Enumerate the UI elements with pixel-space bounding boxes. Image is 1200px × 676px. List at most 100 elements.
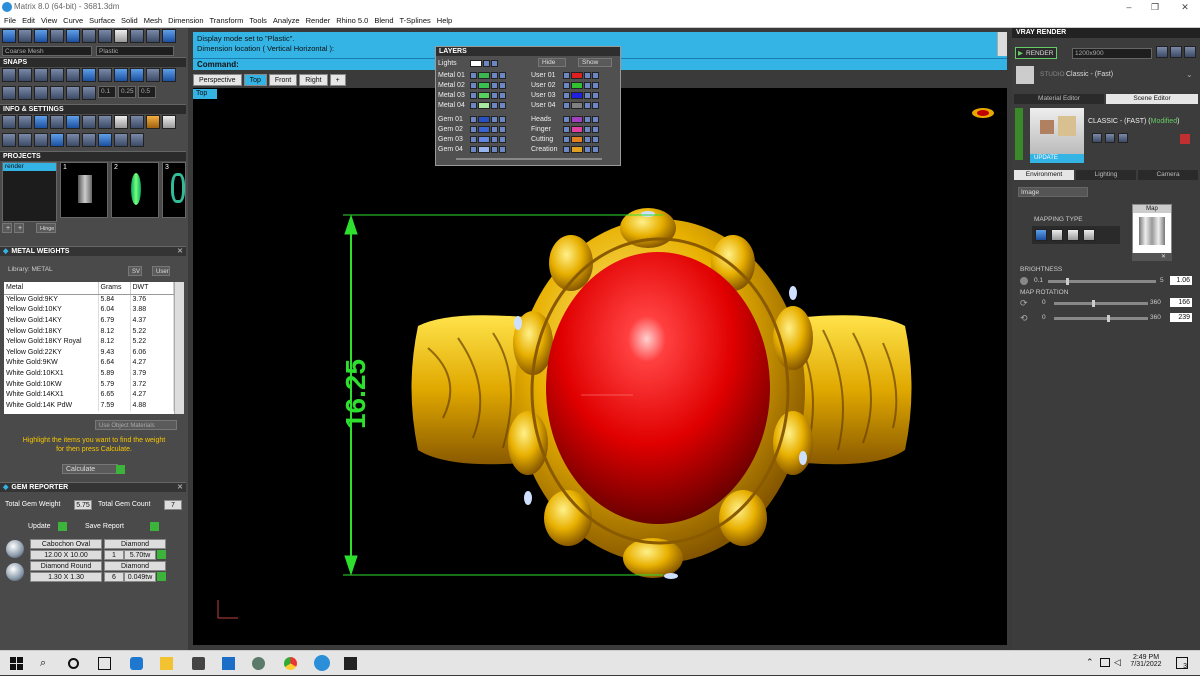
export-button[interactable] bbox=[66, 115, 80, 129]
brightness-value[interactable]: 1.06 bbox=[1170, 276, 1192, 285]
properties-button[interactable] bbox=[2, 115, 16, 129]
tab-camera[interactable]: Camera bbox=[1138, 170, 1198, 180]
layer-lock-icon[interactable] bbox=[584, 82, 591, 89]
layer-row[interactable]: User 02 bbox=[531, 81, 600, 90]
mapping-sphere-button[interactable] bbox=[1067, 229, 1079, 241]
layer-current-icon[interactable] bbox=[470, 126, 477, 133]
settings-button[interactable] bbox=[114, 133, 128, 147]
layer-color-swatch[interactable] bbox=[478, 126, 490, 133]
menu-view[interactable]: View bbox=[41, 16, 57, 25]
layer-current-icon[interactable] bbox=[470, 72, 477, 79]
layer-current-icon[interactable] bbox=[563, 116, 570, 123]
layer-color-swatch[interactable] bbox=[571, 126, 583, 133]
rotation2-slider[interactable] bbox=[1054, 317, 1148, 320]
scene-save-button[interactable] bbox=[1092, 133, 1102, 143]
layer-row[interactable]: Creation bbox=[531, 145, 600, 154]
layer-current-icon[interactable] bbox=[470, 102, 477, 109]
save-report-arrow-icon[interactable] bbox=[150, 522, 159, 531]
hide-button[interactable]: Hide bbox=[538, 58, 566, 67]
store-icon[interactable] bbox=[192, 657, 205, 670]
layer-visibility-icon[interactable] bbox=[499, 82, 506, 89]
tab-front[interactable]: Front bbox=[268, 74, 298, 86]
scene-copy-button[interactable] bbox=[1118, 133, 1128, 143]
table-row[interactable]: Yellow Gold:22KY 9.43 6.06 bbox=[4, 346, 174, 358]
vray-icon[interactable] bbox=[344, 657, 357, 670]
volume-icon[interactable]: ◁ bbox=[1114, 657, 1121, 668]
calculate-button[interactable]: Calculate bbox=[62, 464, 118, 474]
menu-edit[interactable]: Edit bbox=[22, 16, 35, 25]
grid-tool-button[interactable] bbox=[82, 29, 96, 43]
layer-lock-icon[interactable] bbox=[584, 92, 591, 99]
layer-current-icon[interactable] bbox=[470, 116, 477, 123]
use-object-materials-checkbox[interactable]: Use Object Materials bbox=[95, 420, 177, 430]
menu-curve[interactable]: Curve bbox=[63, 16, 83, 25]
layer-color-swatch[interactable] bbox=[478, 136, 490, 143]
layer-current-icon[interactable] bbox=[563, 102, 570, 109]
layer-color-swatch[interactable] bbox=[478, 146, 490, 153]
snap-value-2[interactable]: 0.25 bbox=[118, 86, 136, 98]
project-thumb-3[interactable]: 3 bbox=[162, 162, 186, 218]
close-icon[interactable]: ✕ bbox=[177, 483, 183, 493]
menu-blend[interactable]: Blend bbox=[374, 16, 393, 25]
layer-lock-icon[interactable] bbox=[491, 126, 498, 133]
snap-value-1[interactable]: 0.1 bbox=[98, 86, 116, 98]
viewport-label[interactable]: Top bbox=[193, 89, 217, 99]
snap-tan-button[interactable] bbox=[82, 68, 96, 82]
start-icon[interactable] bbox=[10, 657, 23, 670]
globe-tool-button[interactable] bbox=[162, 29, 176, 43]
layer-lock-icon[interactable] bbox=[491, 146, 498, 153]
folder-button[interactable] bbox=[34, 133, 48, 147]
layer-visibility-icon[interactable] bbox=[499, 116, 506, 123]
layer-visibility-icon[interactable] bbox=[592, 126, 599, 133]
preset-combo[interactable]: Classic - (Fast) bbox=[1066, 71, 1113, 78]
add-project-button[interactable]: + bbox=[2, 223, 12, 233]
projects-list[interactable]: render bbox=[2, 162, 57, 222]
table-row[interactable]: White Gold:14KX1 6.65 4.27 bbox=[4, 389, 174, 400]
layer-row[interactable]: Gem 02 bbox=[438, 125, 507, 134]
chevron-down-icon[interactable]: ⌄ bbox=[1186, 70, 1193, 79]
light-tool-button[interactable] bbox=[130, 29, 144, 43]
layer-visibility-icon[interactable] bbox=[491, 60, 498, 67]
update-arrow-icon[interactable] bbox=[58, 522, 67, 531]
network-icon[interactable] bbox=[1100, 658, 1110, 667]
display-mode-combo[interactable]: Plastic bbox=[96, 46, 174, 56]
rotation1-value[interactable]: 166 bbox=[1170, 298, 1192, 307]
layer-visibility-icon[interactable] bbox=[499, 92, 506, 99]
rotation1-slider-knob[interactable] bbox=[1092, 300, 1095, 307]
layer-current-icon[interactable] bbox=[470, 136, 477, 143]
layer-current-icon[interactable] bbox=[563, 136, 570, 143]
map-preview[interactable]: Map bbox=[1132, 204, 1172, 259]
layer-row[interactable]: Gem 03 bbox=[438, 135, 507, 144]
hinge-button[interactable]: Hinge bbox=[36, 223, 56, 233]
table-row[interactable]: Yellow Gold:10KY 6.04 3.88 bbox=[4, 304, 174, 316]
layer-row[interactable]: Finger bbox=[531, 125, 600, 134]
tab-environment[interactable]: Environment bbox=[1014, 170, 1074, 180]
layer-row[interactable]: Metal 01 bbox=[438, 71, 507, 80]
render-folder-button[interactable] bbox=[1170, 46, 1182, 58]
tab-scene-editor[interactable]: Scene Editor bbox=[1106, 94, 1198, 104]
layer-color-swatch[interactable] bbox=[571, 72, 583, 79]
render-settings-button[interactable] bbox=[1156, 46, 1168, 58]
layer-current-icon[interactable] bbox=[563, 126, 570, 133]
measure-button[interactable] bbox=[130, 133, 144, 147]
units-button[interactable] bbox=[82, 115, 96, 129]
matrix-icon[interactable] bbox=[314, 655, 330, 671]
rotation2-slider-knob[interactable] bbox=[1107, 315, 1110, 322]
layer-current-icon[interactable] bbox=[563, 82, 570, 89]
tray-chevron-up-icon[interactable]: ⌃ bbox=[1086, 657, 1094, 668]
project-thumb-2[interactable]: 2 bbox=[111, 162, 159, 218]
update-button[interactable]: Update bbox=[28, 523, 51, 530]
shade-tool-button[interactable] bbox=[50, 29, 64, 43]
layout-tool-button[interactable] bbox=[98, 29, 112, 43]
layer-current-icon[interactable] bbox=[470, 146, 477, 153]
layer-row[interactable]: Gem 01 bbox=[438, 115, 507, 124]
scene-side-handle[interactable] bbox=[1015, 108, 1023, 160]
layer-color-swatch[interactable] bbox=[571, 116, 583, 123]
layer-color-swatch[interactable] bbox=[470, 60, 482, 67]
map-close-button[interactable]: ✕ bbox=[1132, 253, 1172, 261]
menu-analyze[interactable]: Analyze bbox=[273, 16, 300, 25]
grid-view-button[interactable] bbox=[2, 133, 16, 147]
gem-select-arrow-icon[interactable] bbox=[157, 572, 166, 581]
layer-current-icon[interactable] bbox=[470, 92, 477, 99]
menu-file[interactable]: File bbox=[4, 16, 16, 25]
